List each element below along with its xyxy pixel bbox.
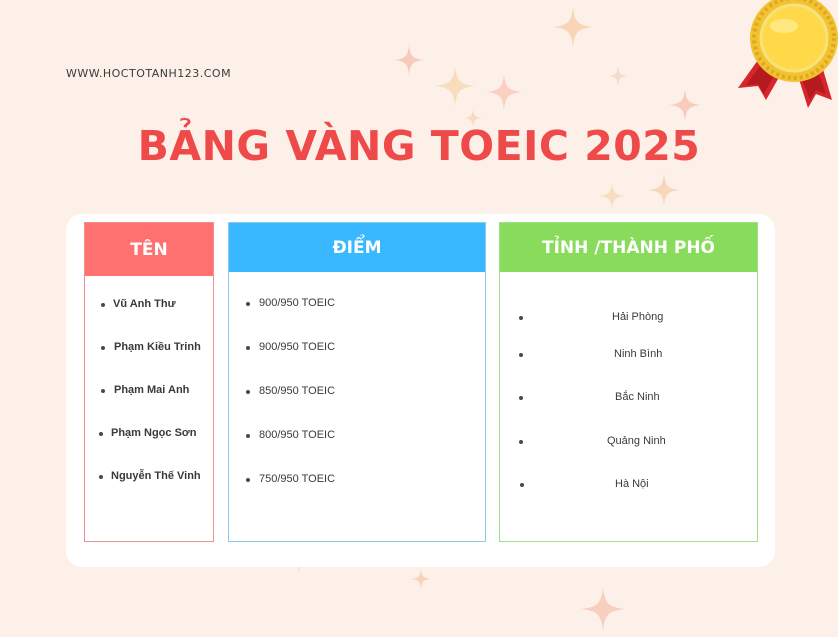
score-column: ĐIỂM: [228, 222, 486, 542]
medal-icon: [738, 0, 838, 108]
sparkle-icon: [435, 66, 475, 106]
sparkle-icon: [669, 89, 701, 121]
name-column: TÊN: [84, 222, 214, 542]
list-item: 850/950 TOEIC: [246, 385, 335, 397]
site-url: WWW.HOCTOTANH123.COM: [66, 67, 232, 80]
bullet-icon: [246, 390, 250, 394]
bullet-icon: [99, 475, 103, 479]
list-item: 800/950 TOEIC: [246, 429, 335, 441]
list-item: Phạm Mai Anh: [101, 384, 189, 396]
sparkle-icon: [411, 569, 431, 589]
bullet-icon: [246, 434, 250, 438]
bullet-icon: [99, 432, 103, 436]
list-item: Phạm Ngọc Sơn: [99, 427, 196, 439]
bullet-icon: [101, 389, 105, 393]
bullet-icon: [101, 346, 105, 350]
name-column-header: TÊN: [85, 223, 213, 276]
sparkle-icon: [553, 7, 593, 47]
list-item: 900/950 TOEIC: [246, 341, 335, 353]
sparkle-icon: [608, 66, 628, 86]
list-item: Nguyễn Thế Vinh: [99, 470, 201, 482]
page-title: BẢNG VÀNG TOEIC 2025: [137, 122, 701, 170]
bullet-icon: [246, 302, 250, 306]
bullet-icon: [246, 346, 250, 350]
bullet-icon: [520, 483, 524, 487]
sparkle-icon: [394, 45, 424, 75]
list-item: 750/950 TOEIC: [246, 473, 335, 485]
sparkle-icon: [599, 183, 625, 209]
sparkle-icon: [648, 174, 680, 206]
score-column-header: ĐIỂM: [229, 223, 485, 272]
sparkle-icon: [486, 74, 522, 110]
bullet-icon: [246, 478, 250, 482]
bullet-icon: [519, 316, 523, 320]
city-column-header: TỈNH /THÀNH PHỐ: [500, 223, 757, 272]
bullet-icon: [519, 353, 523, 357]
list-item: Phạm Kiều Trinh: [101, 341, 201, 353]
list-item: Vũ Anh Thư: [101, 298, 176, 310]
list-item: 900/950 TOEIC: [246, 297, 335, 309]
sparkle-icon: [581, 587, 625, 631]
bullet-icon: [519, 396, 523, 400]
city-column: TỈNH /THÀNH PHỐ: [499, 222, 758, 542]
bullet-icon: [519, 440, 523, 444]
bullet-icon: [101, 303, 105, 307]
